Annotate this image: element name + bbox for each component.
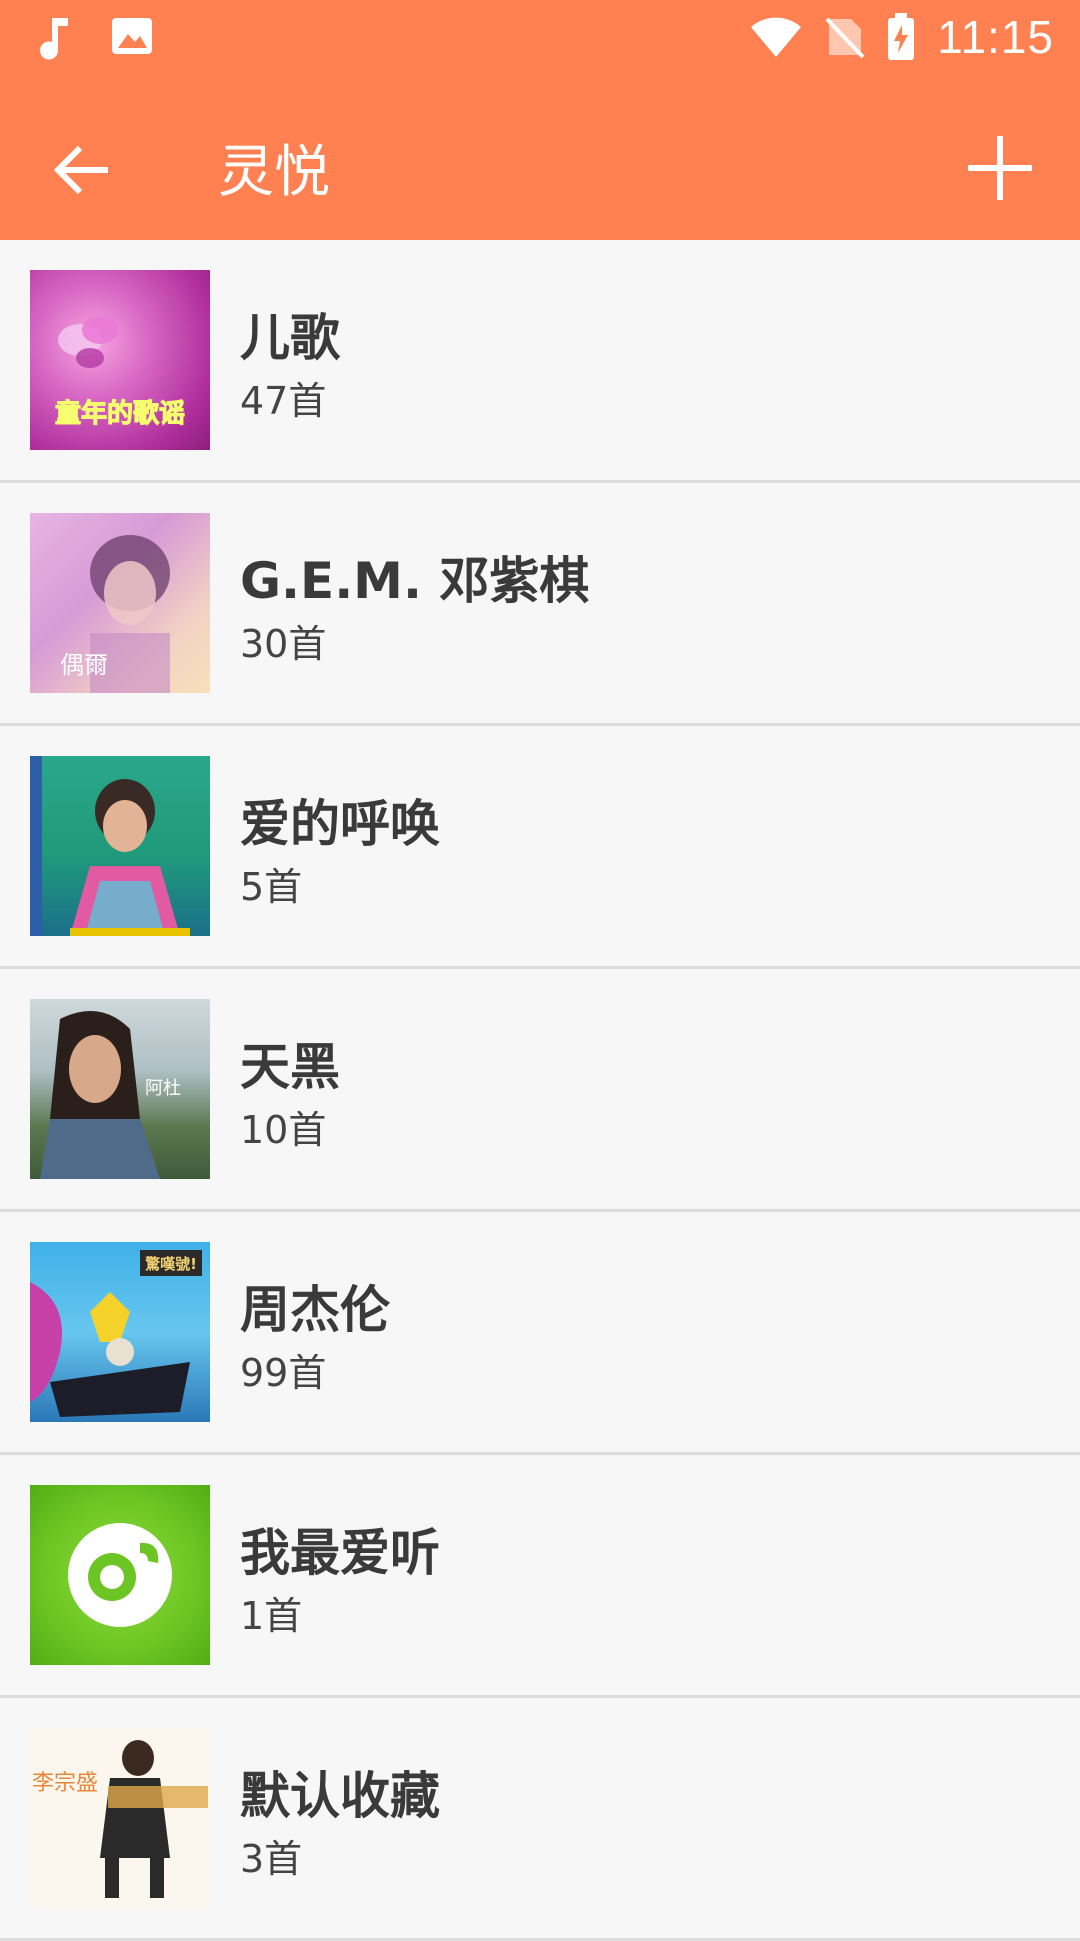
svg-text:驚嘆號!: 驚嘆號! [144, 1255, 197, 1273]
playlist-title: G.E.M. 邓紫棋 [240, 552, 590, 610]
svg-text:童年的歌谣: 童年的歌谣 [55, 398, 185, 429]
svg-text:阿杜: 阿杜 [145, 1078, 181, 1099]
list-item[interactable]: 我最爱听 1首 [0, 1455, 1080, 1698]
music-note-icon [40, 18, 68, 60]
playlist-count: 1首 [240, 1594, 303, 1638]
playlist-title: 我最爱听 [240, 1524, 440, 1582]
list-item[interactable]: 驚嘆號! 周杰伦 99首 [0, 1212, 1080, 1455]
app-bar: 灵悦 [0, 75, 1080, 240]
list-item[interactable]: 爱的呼唤 5首 [0, 726, 1080, 969]
image-icon [112, 18, 152, 54]
arrow-back-icon [53, 145, 108, 195]
album-cover: 李宗盛 [30, 1728, 210, 1908]
album-cover: 偶爾 [30, 513, 210, 693]
no-sim-icon [825, 17, 865, 59]
album-cover [30, 756, 210, 936]
wifi-icon [751, 17, 802, 57]
list-item[interactable]: 阿杜 天黑 10首 [0, 969, 1080, 1212]
list-item[interactable]: 李宗盛 默认收藏 3首 [0, 1698, 1080, 1941]
playlist-count: 3首 [240, 1837, 303, 1881]
list-item[interactable]: 偶爾 G.E.M. 邓紫棋 30首 [0, 483, 1080, 726]
list-item[interactable]: 童年的歌谣 儿歌 47首 [0, 240, 1080, 483]
plus-icon [968, 136, 1032, 200]
battery-charging-icon [888, 13, 915, 60]
playlist-title: 周杰伦 [240, 1281, 390, 1339]
playlist-count: 10首 [240, 1108, 327, 1152]
status-bar: 11:15 [0, 0, 1080, 75]
playlist-title: 默认收藏 [240, 1767, 440, 1825]
playlist-count: 30首 [240, 622, 327, 666]
playlist-list: 童年的歌谣 儿歌 47首 偶爾 G.E.M. 邓紫棋 30首 爱的呼唤 5首 阿… [0, 240, 1080, 1941]
status-time: 11:15 [937, 11, 1054, 63]
album-cover [30, 1485, 210, 1665]
album-cover: 童年的歌谣 [30, 270, 210, 450]
svg-text:李宗盛: 李宗盛 [32, 1771, 98, 1796]
playlist-count: 5首 [240, 865, 303, 909]
album-cover: 驚嘆號! [30, 1242, 210, 1422]
album-cover: 阿杜 [30, 999, 210, 1179]
playlist-title: 爱的呼唤 [240, 795, 440, 853]
svg-text:偶爾: 偶爾 [60, 651, 108, 679]
back-button[interactable] [50, 140, 120, 200]
add-playlist-button[interactable] [960, 128, 1040, 208]
page-title: 灵悦 [218, 140, 330, 205]
playlist-title: 儿歌 [240, 309, 340, 367]
playlist-count: 99首 [240, 1351, 327, 1395]
playlist-title: 天黑 [240, 1038, 340, 1096]
playlist-count: 47首 [240, 379, 327, 423]
